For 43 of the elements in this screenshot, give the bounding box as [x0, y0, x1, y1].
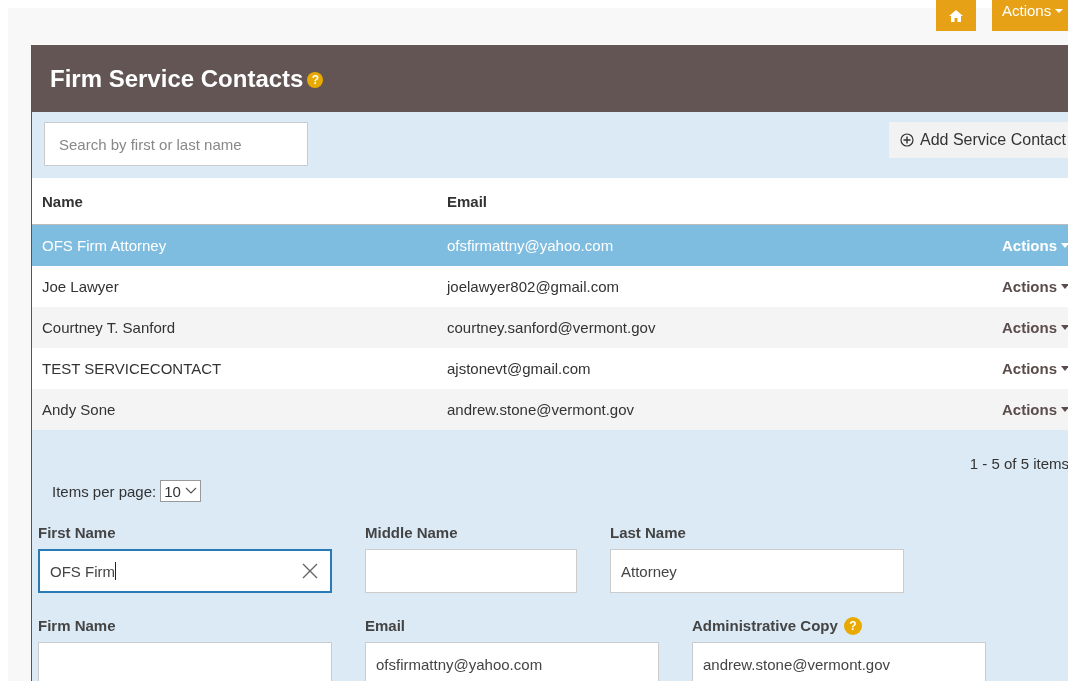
email-cell-text: courtney.sanford@vermont.gov: [447, 319, 657, 336]
field-label: First Name: [38, 523, 116, 541]
email-cell-text: ofsfirmattny@yahoo.com: [447, 237, 615, 254]
column-header: Name: [41, 192, 84, 210]
clear-icon[interactable]: [302, 563, 318, 579]
home-icon: [948, 8, 964, 23]
name-cell-text: Courtney T. Sanford: [41, 319, 177, 336]
name-cell-text: Andy Sone: [41, 401, 117, 418]
search-field[interactable]: Search by first or last name: [44, 122, 308, 166]
panel-title: Firm Service Contacts: [50, 64, 304, 93]
field-label: Last Name: [610, 523, 686, 541]
items-per-page-label: Items per page:: [52, 482, 157, 500]
email-cell-text: ajstonevt@gmail.com: [447, 360, 592, 377]
field-label: Administrative Copy: [692, 616, 838, 634]
column-header: Email: [447, 192, 489, 210]
input-field[interactable]: Attorney: [610, 549, 904, 593]
name-cell-text: Joe Lawyer: [41, 278, 120, 295]
chevron-down-icon: [184, 487, 197, 495]
field-label: Firm Name: [38, 616, 116, 634]
home-button[interactable]: [936, 0, 976, 31]
row-actions-menu[interactable]: Actions: [1002, 401, 1068, 418]
table-row[interactable]: Andy Sone andrew.stone@vermont.gov Actions: [32, 389, 1068, 430]
input-field[interactable]: OFS Firm: [38, 549, 332, 593]
input-field[interactable]: ofsfirmattny@yahoo.com: [365, 642, 659, 681]
row-actions-menu[interactable]: Actions: [1002, 360, 1068, 377]
pagination-summary: 1 - 5 of 5 items: [969, 455, 1068, 472]
row-actions-menu[interactable]: Actions: [1002, 278, 1068, 295]
add-service-contact-button[interactable]: Add Service Contact: [889, 122, 1068, 158]
table-row[interactable]: TEST SERVICECONTACT ajstonevt@gmail.com Actions: [32, 348, 1068, 389]
row-actions-menu[interactable]: Actions: [1002, 319, 1068, 336]
items-per-page-select[interactable]: 10: [160, 480, 201, 502]
input-field[interactable]: [38, 642, 332, 681]
name-cell-text: TEST SERVICECONTACT: [41, 360, 223, 377]
input-field[interactable]: andrew.stone@vermont.gov: [692, 642, 986, 681]
table-row[interactable]: Joe Lawyer joelawyer802@gmail.com Actions: [32, 266, 1068, 307]
email-cell-text: joelawyer802@gmail.com: [447, 278, 620, 295]
table-row[interactable]: Courtney T. Sanford courtney.sanford@vermont.gov Actions: [32, 307, 1068, 348]
field-label: Email: [365, 616, 406, 634]
field-label: Middle Name: [365, 523, 458, 541]
plus-circle-icon: [900, 133, 914, 147]
email-cell-text: andrew.stone@vermont.gov: [447, 401, 635, 418]
name-cell-text: OFS Firm Attorney: [41, 237, 168, 254]
input-field[interactable]: [365, 549, 577, 593]
